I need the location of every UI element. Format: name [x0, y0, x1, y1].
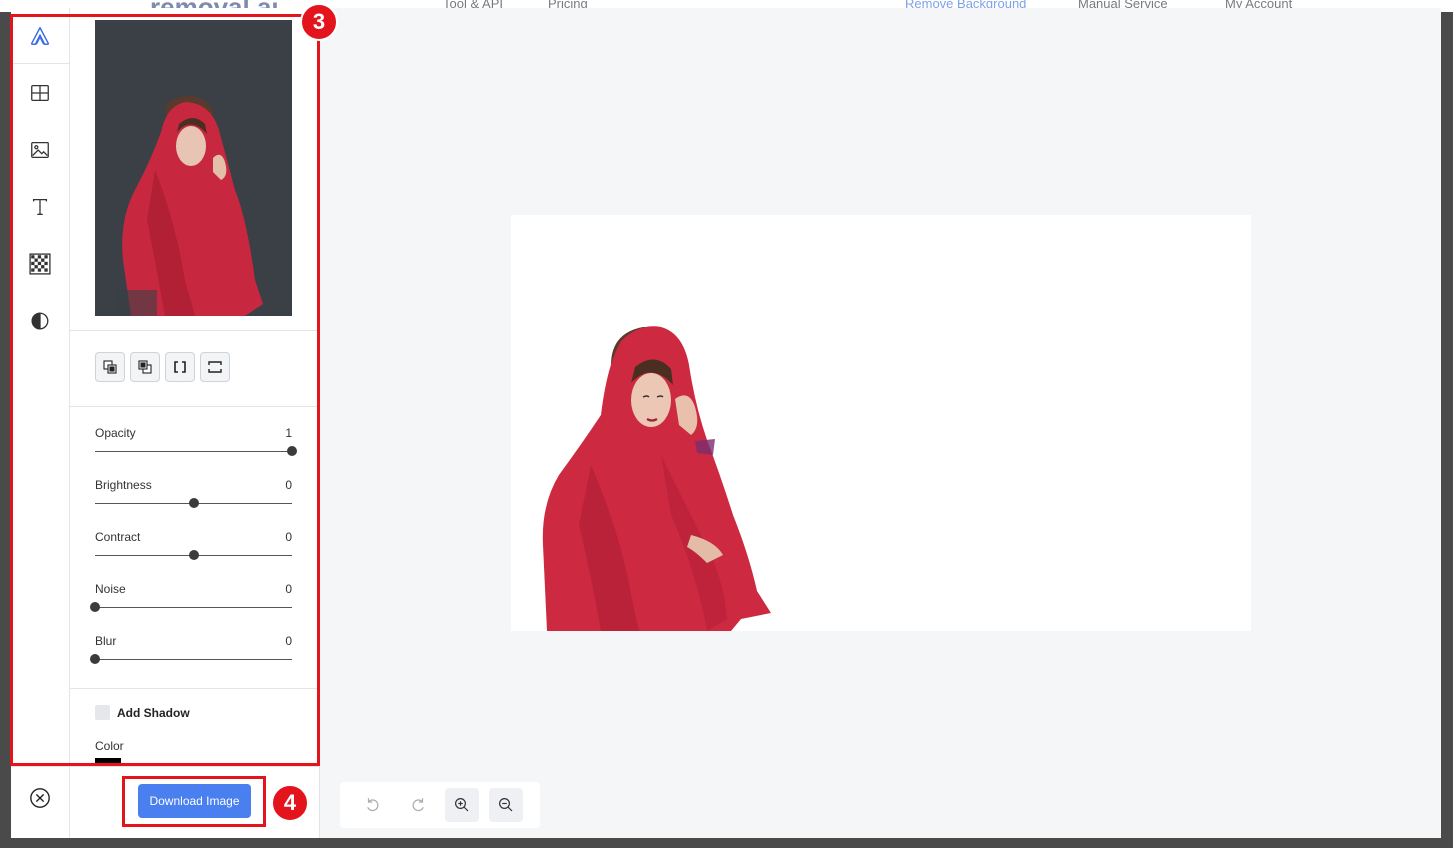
panel-divider — [70, 330, 317, 331]
text-icon[interactable] — [11, 187, 69, 227]
bring-forward-icon — [103, 360, 117, 374]
contrast-icon[interactable] — [11, 301, 69, 341]
contract-value: 0 — [285, 530, 292, 544]
tool-sidebar — [11, 8, 70, 838]
zoom-in-button[interactable] — [445, 788, 479, 822]
subject-photo-thumbnail — [117, 96, 263, 316]
app-logo-icon[interactable] — [11, 16, 69, 56]
noise-slider-track[interactable] — [95, 607, 292, 608]
brightness-label: Brightness — [95, 478, 152, 492]
undo-button[interactable] — [356, 788, 390, 822]
blur-slider-track[interactable] — [95, 659, 292, 660]
brightness-value: 0 — [285, 478, 292, 492]
panel-divider — [70, 406, 317, 407]
noise-value: 0 — [285, 582, 292, 596]
blur-value: 0 — [285, 634, 292, 648]
brightness-slider-group: Brightness 0 — [95, 478, 292, 518]
add-shadow-checkbox[interactable] — [95, 705, 110, 720]
zoom-out-icon — [499, 798, 513, 812]
shadow-color-label: Color — [95, 739, 124, 753]
add-shadow-label: Add Shadow — [117, 705, 190, 720]
annotation-badge-3: 3 — [300, 3, 338, 41]
bring-forward-button[interactable] — [95, 352, 125, 382]
noise-slider-group: Noise 0 — [90, 582, 292, 622]
opacity-value: 1 — [285, 426, 292, 440]
layer-thumbnail[interactable] — [95, 20, 292, 316]
redo-button[interactable] — [401, 788, 435, 822]
send-backward-button[interactable] — [130, 352, 160, 382]
opacity-slider-track[interactable] — [95, 451, 292, 452]
send-backward-icon — [138, 360, 152, 374]
panel-bottom-divider — [70, 766, 319, 767]
grid-icon[interactable] — [11, 73, 69, 113]
checkerboard-icon[interactable] — [11, 244, 69, 284]
noise-slider-handle[interactable] — [90, 602, 100, 612]
brightness-slider-handle[interactable] — [188, 498, 199, 508]
zoom-in-icon — [455, 798, 469, 812]
contract-slider-group: Contract 0 — [95, 530, 292, 570]
redo-icon — [412, 798, 424, 812]
close-circle-icon[interactable] — [11, 778, 69, 818]
arrange-button-group — [95, 352, 230, 382]
noise-label: Noise — [95, 582, 126, 596]
contract-slider-handle[interactable] — [188, 550, 199, 560]
download-image-button[interactable]: Download Image — [138, 784, 251, 818]
image-editor-modal: Opacity 1 Brightness 0 Contract 0 Noise … — [11, 8, 1441, 838]
opacity-slider-group: Opacity 1 — [95, 426, 297, 466]
contract-label: Contract — [95, 530, 141, 544]
stretch-fit-icon — [208, 361, 222, 373]
blur-slider-group: Blur 0 — [90, 634, 292, 674]
image-icon[interactable] — [11, 130, 69, 170]
shadow-color-swatch[interactable] — [95, 758, 121, 766]
zoom-out-button[interactable] — [489, 788, 523, 822]
annotation-badge-4: 4 — [271, 784, 309, 822]
bracket-fit-icon — [174, 361, 186, 373]
toolbar-bottom-divider — [11, 766, 69, 767]
fit-width-button[interactable] — [165, 352, 195, 382]
fit-height-button[interactable] — [200, 352, 230, 382]
blur-slider-handle[interactable] — [90, 654, 100, 664]
blur-label: Blur — [95, 634, 117, 648]
add-shadow-row: Add Shadow — [95, 705, 190, 720]
opacity-slider-handle[interactable] — [287, 446, 297, 456]
opacity-label: Opacity — [95, 426, 136, 440]
editing-canvas[interactable] — [511, 215, 1251, 631]
panel-divider — [70, 688, 317, 689]
toolbar-divider — [11, 63, 69, 64]
undo-icon — [367, 798, 379, 812]
subject-photo — [542, 326, 771, 631]
canvas-controls-bar — [340, 782, 540, 828]
layer-settings-panel: Opacity 1 Brightness 0 Contract 0 Noise … — [70, 8, 320, 838]
